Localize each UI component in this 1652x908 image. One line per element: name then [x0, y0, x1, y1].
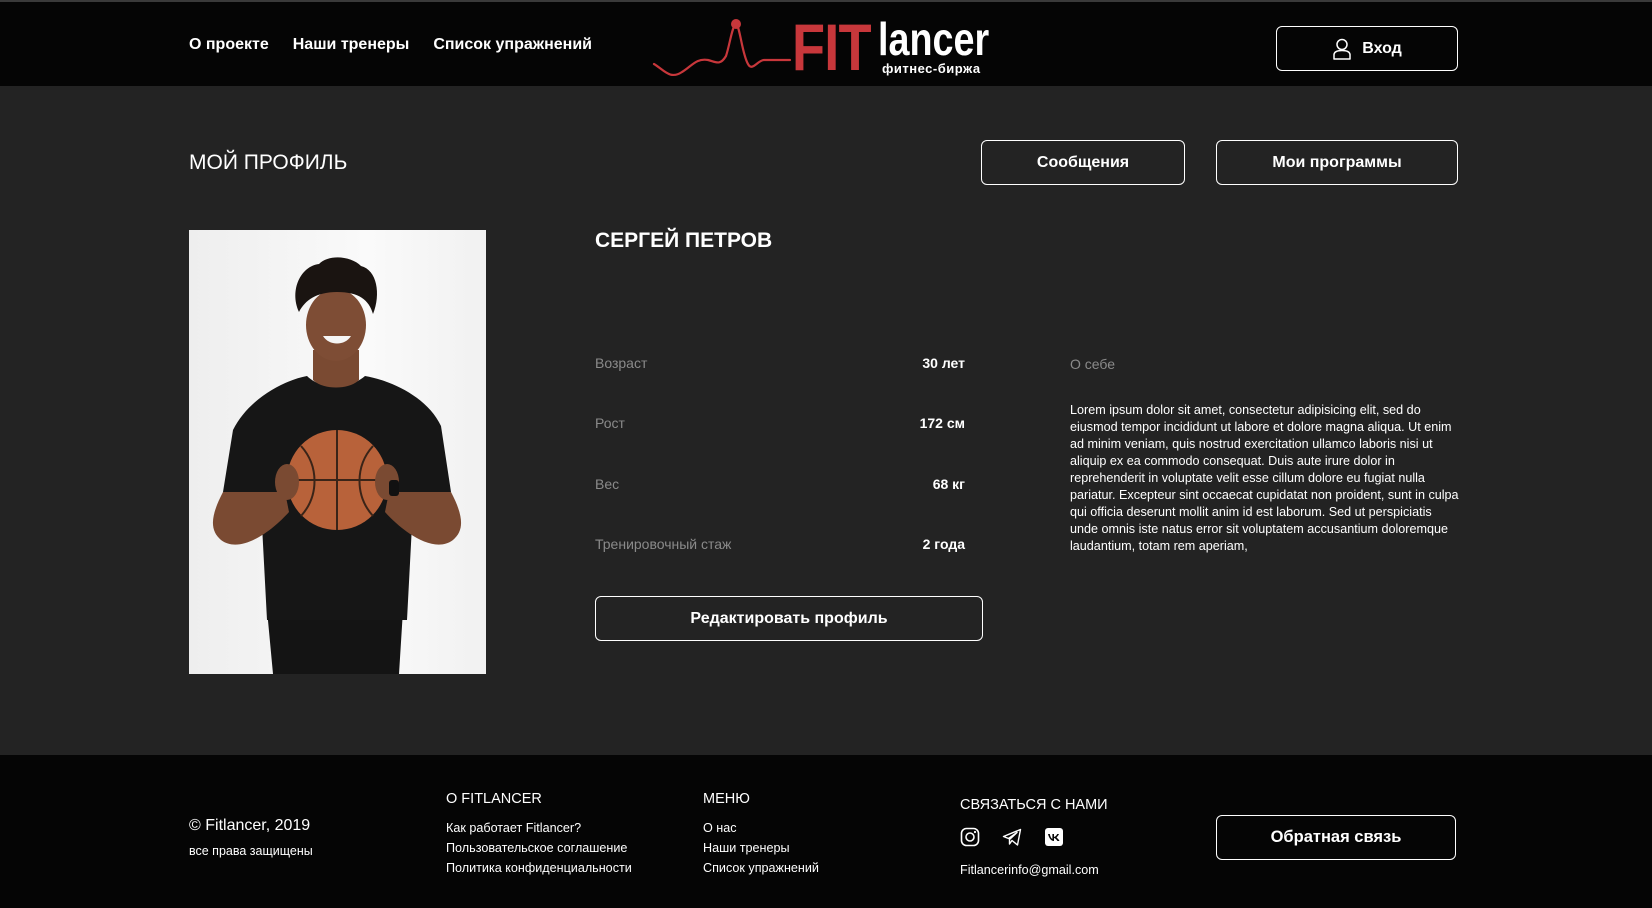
- site-header: О проекте Наши тренеры Список упражнений…: [0, 2, 1652, 86]
- user-icon: [1333, 38, 1351, 60]
- stat-label: Тренировочный стаж: [595, 536, 732, 552]
- social-links: [960, 827, 1108, 847]
- stat-label: Вес: [595, 476, 620, 492]
- site-footer: © Fitlancer, 2019 все права защищены О F…: [0, 755, 1652, 908]
- stat-row-weight: Вес 68 кг: [595, 476, 965, 496]
- login-label: Вход: [1362, 39, 1402, 57]
- footer-menu-title: МЕНЮ: [703, 791, 750, 807]
- about-label: О себе: [1070, 356, 1116, 372]
- stat-value: 68 кг: [932, 476, 965, 492]
- main-nav: О проекте Наши тренеры Список упражнений: [189, 36, 592, 54]
- my-programs-button[interactable]: Мои программы: [1216, 140, 1458, 185]
- footer-link-about-us[interactable]: О нас: [703, 821, 819, 835]
- messages-button[interactable]: Сообщения: [981, 140, 1185, 185]
- profile-photo: [189, 230, 486, 674]
- feedback-button[interactable]: Обратная связь: [1216, 815, 1456, 860]
- stat-row-age: Возраст 30 лет: [595, 355, 965, 375]
- stat-value: 30 лет: [922, 355, 965, 371]
- edit-profile-button[interactable]: Редактировать профиль: [595, 596, 983, 641]
- footer-link-how-it-works[interactable]: Как работает Fitlancer?: [446, 821, 632, 835]
- rights-reserved: все права защищены: [189, 844, 313, 858]
- stat-row-experience: Тренировочный стаж 2 года: [595, 536, 965, 556]
- about-text: Lorem ipsum dolor sit amet, consectetur …: [1070, 403, 1459, 553]
- footer-link-trainers[interactable]: Наши тренеры: [703, 841, 819, 855]
- footer-link-exercises[interactable]: Список упражнений: [703, 861, 819, 875]
- instagram-icon[interactable]: [960, 827, 980, 847]
- telegram-icon[interactable]: [1002, 827, 1022, 847]
- stat-row-height: Рост 172 см: [595, 415, 965, 435]
- nav-trainers[interactable]: Наши тренеры: [293, 36, 410, 54]
- stat-value: 2 года: [922, 536, 965, 552]
- vk-icon[interactable]: [1044, 827, 1064, 847]
- stat-value: 172 см: [919, 415, 965, 431]
- user-name: СЕРГЕЙ ПЕТРОВ: [595, 229, 773, 252]
- footer-about-column: О FITLANCER Как работает Fitlancer? Поль…: [446, 791, 632, 881]
- nav-exercises[interactable]: Список упражнений: [433, 36, 592, 54]
- pulse-logo-icon: [652, 19, 792, 77]
- footer-contact-column: СВЯЗАТЬСЯ С НАМИ Fitlancerinfo@gmail.com: [960, 797, 1108, 877]
- footer-contact-title: СВЯЗАТЬСЯ С НАМИ: [960, 797, 1108, 813]
- copyright: © Fitlancer, 2019: [189, 817, 311, 834]
- footer-link-user-agreement[interactable]: Пользовательское соглашение: [446, 841, 632, 855]
- avatar: [212, 257, 462, 674]
- footer-menu-column: МЕНЮ О нас Наши тренеры Список упражнени…: [703, 791, 819, 881]
- footer-link-privacy-policy[interactable]: Политика конфиденциальности: [446, 861, 632, 875]
- footer-about-title: О FITLANCER: [446, 791, 542, 807]
- logo-fit-text: FIT: [792, 10, 872, 84]
- logo-subtitle: фитнес-биржа: [882, 61, 981, 76]
- site-logo[interactable]: FIT lancer фитнес-биржа: [652, 14, 1002, 80]
- stat-label: Рост: [595, 415, 625, 431]
- nav-about-project[interactable]: О проекте: [189, 36, 269, 54]
- stat-label: Возраст: [595, 355, 648, 371]
- page-title: МОЙ ПРОФИЛЬ: [189, 151, 348, 174]
- contact-email[interactable]: Fitlancerinfo@gmail.com: [960, 863, 1108, 877]
- login-button[interactable]: Вход: [1276, 26, 1458, 71]
- logo-lancer-text: lancer: [878, 13, 990, 65]
